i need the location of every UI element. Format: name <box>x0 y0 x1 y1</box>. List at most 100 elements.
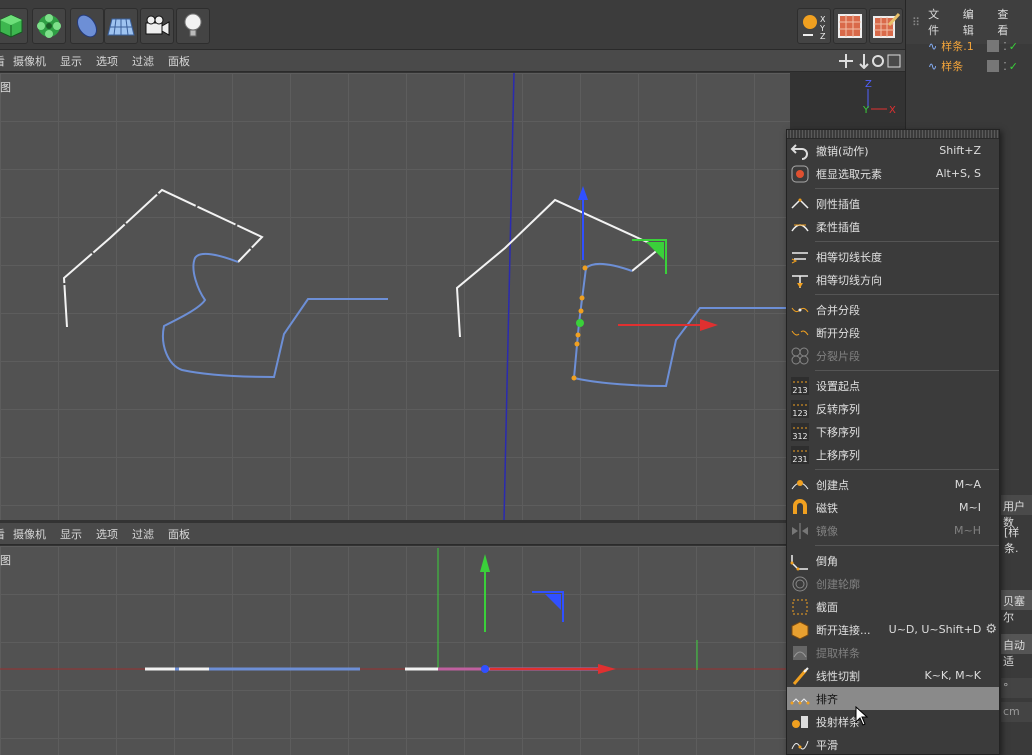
spline-type-field[interactable]: 贝塞尔 <box>1001 590 1032 624</box>
menu-item-shortcut: M~I <box>959 501 981 514</box>
object-name[interactable]: 样条 <box>941 58 987 74</box>
menu-item-line-cut[interactable]: 线性切割 K~K, M~K <box>787 664 999 687</box>
menu-view[interactable]: 查看 <box>997 6 1018 38</box>
menu-item-mirror: 镜像 M~H <box>787 519 999 542</box>
menu-item-equal-tangent-direction[interactable]: 相等切线方向 <box>787 268 999 291</box>
layer-icon[interactable] <box>987 40 1000 52</box>
cube-tool-button[interactable] <box>0 8 28 44</box>
floor-tool-button[interactable] <box>104 8 138 44</box>
menu-item-soft-interpolation[interactable]: 柔性插值 <box>787 215 999 238</box>
viewport-menu-camera[interactable]: 摄像机 <box>13 526 46 542</box>
explode-segments-icon <box>790 346 810 366</box>
menu-item-label: 投射样条 <box>816 715 860 729</box>
menu-item-shortcut: Alt+S, S <box>935 167 981 180</box>
deformer-icon <box>76 14 98 38</box>
menu-separator <box>815 545 999 546</box>
layer-icon[interactable] <box>987 60 1000 72</box>
create-outline-icon <box>790 574 810 594</box>
join-segment-icon <box>790 300 810 320</box>
menu-item-magnet[interactable]: 磁铁 M~I <box>787 496 999 519</box>
svg-text:X: X <box>820 15 826 24</box>
visibility-dots-icon[interactable]: ⁚ <box>1003 40 1007 53</box>
menu-item-reverse-sequence[interactable]: 123 反转序列 <box>787 397 999 420</box>
menu-item-label: 刚性插值 <box>816 197 860 211</box>
menu-item-set-first-point[interactable]: 213 设置起点 <box>787 374 999 397</box>
menu-item-line-up[interactable]: 排齐 <box>787 687 999 710</box>
hard-interpolation-icon <box>790 194 810 214</box>
top-viewport[interactable]: 图 <box>0 73 790 520</box>
menu-item-label: 断开连接... <box>816 623 871 637</box>
viewport-menu-filter[interactable]: 过滤 <box>132 526 154 542</box>
world-axis-icon: XYZ <box>803 15 826 41</box>
menu-item-break-segment[interactable]: 断开分段 <box>787 321 999 344</box>
flower-generator-icon <box>37 14 61 38</box>
menu-item-hard-interpolation[interactable]: 刚性插值 <box>787 192 999 215</box>
viewport-menu-view[interactable]: 看 <box>0 526 5 542</box>
menu-item-label: 倒角 <box>816 554 838 568</box>
menu-item-disconnect[interactable]: 断开连接... U~D, U~Shift+D ⚙ <box>787 618 999 641</box>
cube-icon <box>0 14 23 38</box>
viewport-menu-display[interactable]: 显示 <box>60 526 82 542</box>
interpolation-field[interactable]: 自动适 <box>1001 634 1032 668</box>
menu-item-equal-tangent-length[interactable]: 相等切线长度 <box>787 245 999 268</box>
extract-spline-icon <box>790 643 810 663</box>
render-view-button[interactable] <box>833 8 867 44</box>
menu-item-shortcut: K~K, M~K <box>924 669 981 682</box>
axis-z-label: Z <box>865 79 872 90</box>
menu-item-label: 创建点 <box>816 478 849 492</box>
floor-icon <box>107 18 135 36</box>
visibility-dots-icon[interactable]: ⁚ <box>1003 60 1007 73</box>
object-row[interactable]: ∿ 样条.1 ⁚ ✓ <box>906 36 1032 56</box>
viewport-nav-icons[interactable] <box>838 53 904 69</box>
viewport-menu-panel[interactable]: 面板 <box>168 526 190 542</box>
menu-item-create-point[interactable]: 创建点 M~A <box>787 473 999 496</box>
menu-item-project-spline[interactable]: 投射样条 <box>787 710 999 733</box>
menu-item-undo[interactable]: 撤销(动作) Shift+Z <box>787 139 999 162</box>
enabled-check-icon[interactable]: ✓ <box>1009 60 1018 73</box>
gear-icon[interactable]: ⚙ <box>985 622 997 637</box>
viewport-menu-camera[interactable]: 摄像机 <box>13 53 46 69</box>
smooth-icon <box>790 735 810 755</box>
menu-item-label: 下移序列 <box>816 425 860 439</box>
object-row[interactable]: ∿ 样条 ⁚ ✓ <box>906 56 1032 76</box>
viewport-menu-filter[interactable]: 过滤 <box>132 53 154 69</box>
menu-item-join-segment[interactable]: 合并分段 <box>787 298 999 321</box>
menu-item-label: 镜像 <box>816 524 838 538</box>
viewport-menu-view[interactable]: 看 <box>0 53 5 69</box>
mouse-cursor-icon <box>855 706 869 726</box>
light-tool-button[interactable] <box>176 8 210 44</box>
menu-item-move-down-sequence[interactable]: 312 下移序列 <box>787 420 999 443</box>
front-view-scene <box>0 548 790 674</box>
mirror-icon <box>790 521 810 541</box>
menu-item-label: 创建轮廓 <box>816 577 860 591</box>
menu-tearoff-grip[interactable] <box>787 130 999 139</box>
viewport-menu-display[interactable]: 显示 <box>60 53 82 69</box>
menu-item-label: 断开分段 <box>816 326 860 340</box>
camera-tool-button[interactable] <box>140 8 174 44</box>
menu-item-move-up-sequence[interactable]: 231 上移序列 <box>787 443 999 466</box>
enabled-check-icon[interactable]: ✓ <box>1009 40 1018 53</box>
menu-item-cross-section[interactable]: 截面 <box>787 595 999 618</box>
angle-field[interactable]: ° <box>1001 678 1032 698</box>
coordinate-system-button[interactable]: XYZ <box>797 8 831 44</box>
menu-item-frame-selection[interactable]: 框显选取元素 Alt+S, S <box>787 162 999 185</box>
menu-item-label: 设置起点 <box>816 379 860 393</box>
distance-field[interactable]: cm <box>1001 702 1032 722</box>
menu-item-chamfer[interactable]: 倒角 <box>787 549 999 572</box>
object-name[interactable]: 样条.1 <box>941 38 987 54</box>
bottom-viewport[interactable]: 图 <box>0 546 790 755</box>
menu-item-smooth[interactable]: 平滑 <box>787 733 999 755</box>
viewport-menu-options[interactable]: 选项 <box>96 53 118 69</box>
menu-edit[interactable]: 编辑 <box>963 6 984 38</box>
viewport-menu-panel[interactable]: 面板 <box>168 53 190 69</box>
c4d-window: XYZ 看 摄像机 显示 选项 过滤 面板 图 Z Y X 看 摄像机 显示 选… <box>0 0 1032 755</box>
line-up-icon <box>790 689 810 709</box>
render-settings-button[interactable] <box>869 8 903 44</box>
axis-y-label: Y <box>862 105 870 116</box>
subdivision-tool-button[interactable] <box>32 8 66 44</box>
viewport-menu-options[interactable]: 选项 <box>96 526 118 542</box>
menu-item-explode-segments: 分裂片段 <box>787 344 999 367</box>
menu-item-label: 框显选取元素 <box>816 167 882 181</box>
deformer-tool-button[interactable] <box>70 8 104 44</box>
menu-file[interactable]: 文件 <box>928 6 949 38</box>
